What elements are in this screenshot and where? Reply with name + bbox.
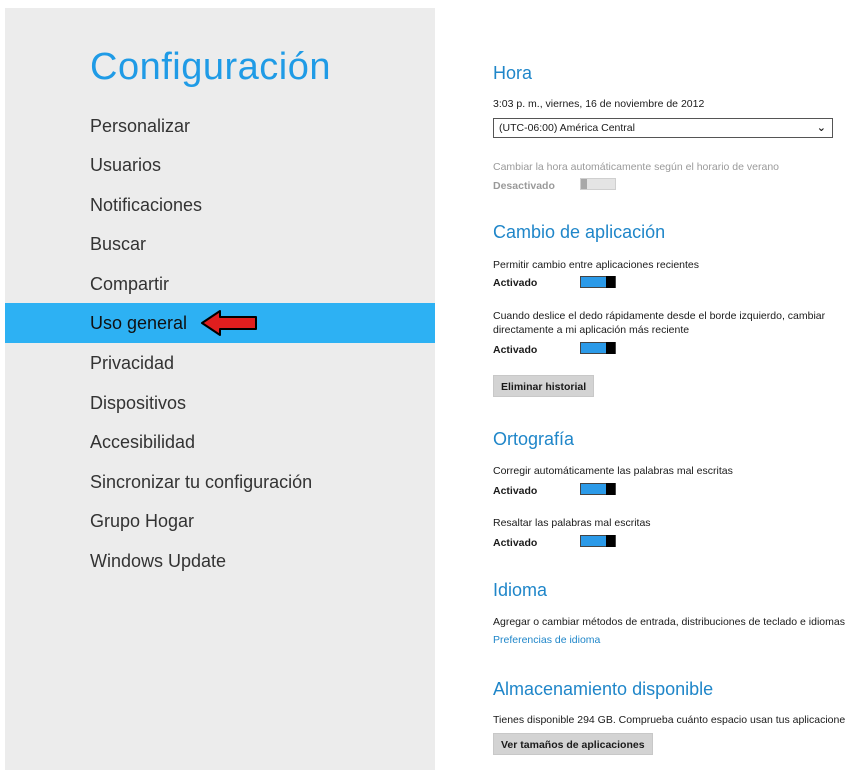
nav-item-accesibilidad[interactable]: Accesibilidad	[5, 422, 435, 462]
nav-item-personalizar[interactable]: Personalizar	[5, 106, 435, 146]
highlight-toggle[interactable]	[580, 535, 616, 547]
section-title-ortografia: Ortografía	[493, 429, 575, 449]
section-title-idioma: Idioma	[493, 580, 548, 600]
settings-detail-pane: Hora 3:03 p. m., viernes, 16 de noviembr…	[493, 0, 845, 778]
nav-item-label: Windows Update	[90, 551, 227, 571]
autocorrect-toggle[interactable]	[580, 483, 616, 495]
language-description: Agregar o cambiar métodos de entrada, di…	[493, 616, 845, 628]
swipe-state: Activado	[493, 344, 538, 356]
section-title-cambio: Cambio de aplicación	[493, 222, 666, 242]
nav-item-buscar[interactable]: Buscar	[5, 224, 435, 264]
toggle-knob	[581, 179, 587, 189]
red-arrow-icon	[201, 310, 257, 336]
clear-history-button[interactable]: Eliminar historial	[493, 375, 595, 397]
section-title-almacenamiento: Almacenamiento disponible	[493, 679, 714, 699]
page-title: Configuración	[90, 46, 331, 88]
dst-label: Cambiar la hora automáticamente según el…	[493, 161, 779, 173]
nav-item-compartir[interactable]: Compartir	[5, 264, 435, 304]
dst-state: Desactivado	[493, 180, 555, 192]
autocorrect-label: Corregir automáticamente las palabras ma…	[493, 465, 733, 477]
highlight-label: Resaltar las palabras mal escritas	[493, 517, 651, 529]
nav-item-grupo-hogar[interactable]: Grupo Hogar	[5, 501, 435, 541]
highlight-state: Activado	[493, 537, 538, 549]
toggle-knob	[606, 535, 615, 547]
nav-item-label: Personalizar	[90, 116, 191, 136]
swipe-label-line2: directamente a mi aplicación más recient…	[493, 324, 690, 336]
timezone-select[interactable]: (UTC-06:00) América Central ⌄	[493, 118, 833, 138]
swipe-toggle[interactable]	[580, 342, 616, 354]
current-datetime: 3:03 p. m., viernes, 16 de noviembre de …	[493, 98, 705, 110]
nav-item-label: Grupo Hogar	[90, 511, 195, 531]
nav-item-label: Uso general	[90, 313, 188, 333]
toggle-knob	[606, 342, 615, 354]
timezone-value: (UTC-06:00) América Central	[499, 122, 635, 134]
section-title-hora: Hora	[493, 63, 533, 83]
nav-item-notificaciones[interactable]: Notificaciones	[5, 185, 435, 225]
language-preferences-link[interactable]: Preferencias de idioma	[493, 634, 600, 646]
settings-nav-pane: Configuración Personalizar Usuarios Noti…	[5, 8, 435, 770]
nav-item-dispositivos[interactable]: Dispositivos	[5, 383, 435, 423]
swipe-label-line1: Cuando deslice el dedo rápidamente desde…	[493, 310, 826, 322]
nav-item-label: Privacidad	[90, 353, 175, 373]
nav-item-label: Sincronizar tu configuración	[90, 472, 313, 492]
dst-toggle[interactable]	[580, 178, 616, 190]
allow-switch-state: Activado	[493, 277, 538, 289]
nav-item-privacidad[interactable]: Privacidad	[5, 343, 435, 383]
nav-item-label: Accesibilidad	[90, 432, 196, 452]
nav-item-sincronizar[interactable]: Sincronizar tu configuración	[5, 462, 435, 502]
toggle-knob	[606, 276, 615, 288]
storage-description: Tienes disponible 294 GB. Comprueba cuán…	[493, 714, 845, 726]
allow-switch-toggle[interactable]	[580, 276, 616, 288]
autocorrect-state: Activado	[493, 485, 538, 497]
nav-item-label: Compartir	[90, 274, 170, 294]
nav-item-label: Dispositivos	[90, 393, 187, 413]
chevron-down-icon: ⌄	[816, 122, 826, 134]
nav-item-usuarios[interactable]: Usuarios	[5, 145, 435, 185]
view-app-sizes-button[interactable]: Ver tamaños de aplicaciones	[493, 733, 653, 755]
nav-item-label: Usuarios	[90, 155, 162, 175]
nav-item-label: Notificaciones	[90, 195, 203, 215]
nav-item-uso-general[interactable]: Uso general	[5, 303, 435, 343]
nav-item-label: Buscar	[90, 234, 147, 254]
nav-item-windows-update[interactable]: Windows Update	[5, 541, 435, 581]
toggle-knob	[606, 483, 615, 495]
allow-switch-label: Permitir cambio entre aplicaciones recie…	[493, 259, 700, 271]
